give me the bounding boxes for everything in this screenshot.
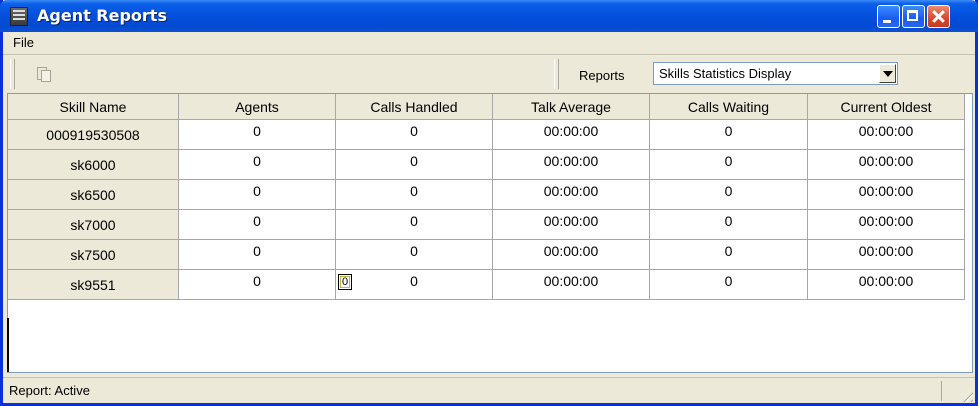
table-cell[interactable]: 00:00:00 — [808, 180, 965, 210]
table-cell[interactable]: 00:00:00 — [808, 120, 965, 150]
column-header-calls-waiting[interactable]: Calls Waiting — [650, 94, 808, 120]
table-header-row: Skill Name Agents Calls Handled Talk Ave… — [8, 94, 968, 120]
status-separator — [941, 381, 942, 401]
skills-statistics-table: Skill Name Agents Calls Handled Talk Ave… — [7, 93, 973, 373]
table-cell[interactable]: 00:00:00 — [493, 270, 650, 300]
table-cell[interactable]: 00:00:00 — [493, 120, 650, 150]
table-cell[interactable]: 0 — [336, 120, 493, 150]
table-cell-calls-handled-focused[interactable]: 0 0 — [336, 270, 493, 300]
agent-reports-window: Agent Reports File Reports Skills Statis… — [0, 0, 978, 406]
table-cell[interactable]: 0 — [179, 120, 336, 150]
menu-file[interactable]: File — [13, 35, 34, 50]
table-cell[interactable]: 0 — [650, 240, 808, 270]
table-cell[interactable]: 0 — [650, 180, 808, 210]
table-cell[interactable]: 0 — [179, 210, 336, 240]
table-cell[interactable]: 00:00:00 — [493, 180, 650, 210]
menu-bar: File — [3, 32, 975, 55]
status-bar: Report: Active — [3, 377, 975, 404]
table-cell[interactable]: 00:00:00 — [808, 150, 965, 180]
row-header-cell[interactable]: sk7500 — [8, 240, 179, 270]
table-cell[interactable]: 0 — [179, 180, 336, 210]
table-cell[interactable]: 00:00:00 — [808, 270, 965, 300]
reports-dropdown[interactable]: Skills Statistics Display — [653, 62, 898, 85]
row-header-cell[interactable]: sk9551 — [8, 270, 179, 300]
column-header-talk-average[interactable]: Talk Average — [493, 94, 650, 120]
table-cell[interactable]: 0 — [336, 180, 493, 210]
copy-icon[interactable] — [37, 65, 51, 82]
minimize-button[interactable] — [877, 5, 900, 28]
table-cell[interactable]: 0 — [179, 150, 336, 180]
app-icon — [10, 7, 28, 26]
table-cell[interactable]: 0 — [650, 150, 808, 180]
table-cell[interactable]: 00:00:00 — [808, 240, 965, 270]
table-cell[interactable]: 00:00:00 — [493, 150, 650, 180]
table-cell[interactable]: 0 — [336, 240, 493, 270]
table-cell[interactable]: 0 — [650, 270, 808, 300]
table-cell[interactable]: 0 — [179, 270, 336, 300]
row-header-cell[interactable]: sk7000 — [8, 210, 179, 240]
table-cell[interactable]: 00:00:00 — [493, 240, 650, 270]
table-cell[interactable]: 0 — [336, 150, 493, 180]
row-header-cell[interactable]: sk6000 — [8, 150, 179, 180]
title-bar[interactable]: Agent Reports — [0, 0, 978, 32]
window-title: Agent Reports — [37, 6, 167, 25]
row-header-cell[interactable]: 000919530508 — [8, 120, 179, 150]
table-cell-value: 0 — [410, 273, 418, 289]
resize-grip-icon[interactable] — [959, 388, 973, 402]
column-header-current-oldest[interactable]: Current Oldest — [808, 94, 965, 120]
table-cell[interactable]: 0 — [179, 240, 336, 270]
reports-dropdown-value: Skills Statistics Display — [659, 66, 792, 81]
table-cell[interactable]: 0 — [650, 210, 808, 240]
table-row[interactable]: sk6500 0 0 00:00:00 0 00:00:00 — [8, 180, 968, 210]
table-cell[interactable]: 00:00:00 — [493, 210, 650, 240]
column-header-agents[interactable]: Agents — [179, 94, 336, 120]
table-cell[interactable]: 0 — [650, 120, 808, 150]
maximize-button[interactable] — [902, 5, 925, 28]
reports-label: Reports — [579, 68, 625, 83]
column-header-skill-name[interactable]: Skill Name — [8, 94, 179, 120]
table-row[interactable]: 000919530508 0 0 00:00:00 0 00:00:00 — [8, 120, 968, 150]
grid-edge-line — [7, 318, 9, 372]
close-button[interactable] — [927, 5, 950, 28]
toolbar-grip[interactable] — [10, 59, 15, 89]
column-header-calls-handled[interactable]: Calls Handled — [336, 94, 493, 120]
table-row[interactable]: sk9551 0 0 0 00:00:00 0 00:00:00 — [8, 270, 968, 300]
table-cell[interactable]: 0 — [336, 210, 493, 240]
table-cell[interactable]: 00:00:00 — [808, 210, 965, 240]
table-row[interactable]: sk7500 0 0 00:00:00 0 00:00:00 — [8, 240, 968, 270]
table-row[interactable]: sk7000 0 0 00:00:00 0 00:00:00 — [8, 210, 968, 240]
toolbar: Reports Skills Statistics Display — [3, 55, 975, 93]
row-header-cell[interactable]: sk6500 — [8, 180, 179, 210]
chevron-down-icon[interactable] — [879, 64, 896, 83]
toolbar-grip[interactable] — [554, 59, 559, 89]
status-text: Report: Active — [9, 383, 90, 398]
cell-editor-box[interactable]: 0 — [338, 274, 352, 290]
table-row[interactable]: sk6000 0 0 00:00:00 0 00:00:00 — [8, 150, 968, 180]
